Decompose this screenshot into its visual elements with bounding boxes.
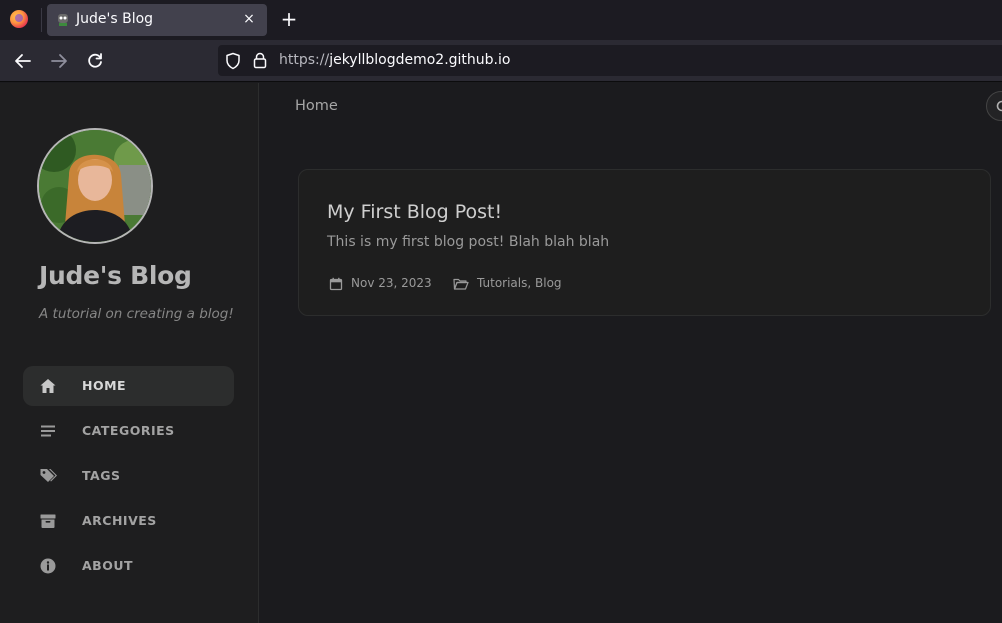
sidebar: Jude's Blog A tutorial on creating a blo…: [0, 83, 259, 623]
sidebar-item-about[interactable]: ABOUT: [23, 546, 234, 586]
avatar[interactable]: [37, 128, 153, 244]
post-card[interactable]: My First Blog Post! This is my first blo…: [298, 169, 991, 316]
post-title[interactable]: My First Blog Post!: [327, 201, 502, 223]
browser-tab-active[interactable]: Jude's Blog ×: [47, 4, 267, 36]
folder-open-icon: [453, 278, 469, 290]
search-button[interactable]: [986, 91, 1002, 121]
breadcrumb: Home: [295, 98, 338, 114]
forward-arrow-icon[interactable]: [48, 50, 70, 72]
reload-icon[interactable]: [84, 50, 106, 72]
favicon-icon: [58, 14, 68, 26]
home-icon: [40, 379, 56, 393]
info-circle-icon: [40, 558, 56, 574]
tracking-shield-icon[interactable]: [225, 52, 241, 70]
avatar-photo: [39, 130, 151, 242]
url-host: jekyllblogdemo2.github.io: [329, 52, 511, 68]
site-subtitle: A tutorial on creating a blog!: [39, 306, 234, 322]
sidebar-item-label: CATEGORIES: [82, 423, 175, 438]
page: Jude's Blog A tutorial on creating a blo…: [0, 83, 1002, 623]
tags-icon: [40, 469, 57, 482]
firefox-logo-icon[interactable]: [10, 10, 28, 28]
search-icon: [996, 100, 1002, 112]
browser-tab-bar: Jude's Blog × +: [0, 0, 1002, 40]
sidebar-nav: HOME CATEGORIES TAGS ARCHIVES ABOUT: [23, 366, 234, 591]
sidebar-item-archives[interactable]: ARCHIVES: [23, 501, 234, 541]
back-arrow-icon[interactable]: [12, 50, 34, 72]
tab-title: Jude's Blog: [76, 11, 154, 27]
close-tab-icon[interactable]: ×: [239, 9, 259, 29]
sidebar-item-home[interactable]: HOME: [23, 366, 234, 406]
browser-toolbar: https://jekyllblogdemo2.github.io: [0, 40, 1002, 82]
sidebar-item-label: ABOUT: [82, 558, 134, 573]
tab-separator: [41, 8, 42, 32]
stream-icon: [41, 425, 55, 437]
sidebar-item-categories[interactable]: CATEGORIES: [23, 411, 234, 451]
post-date: Nov 23, 2023: [351, 276, 432, 290]
url-scheme: https://: [279, 52, 330, 68]
lock-icon[interactable]: [253, 52, 267, 69]
site-title[interactable]: Jude's Blog: [39, 261, 192, 290]
calendar-icon: [329, 277, 343, 291]
new-tab-button[interactable]: +: [278, 8, 300, 30]
sidebar-item-tags[interactable]: TAGS: [23, 456, 234, 496]
post-categories[interactable]: Tutorials, Blog: [477, 276, 562, 290]
archive-icon: [40, 514, 56, 528]
address-bar[interactable]: https://jekyllblogdemo2.github.io: [218, 45, 1002, 76]
sidebar-item-label: HOME: [82, 378, 127, 393]
post-excerpt: This is my first blog post! Blah blah bl…: [327, 234, 610, 250]
url-text[interactable]: https://jekyllblogdemo2.github.io: [279, 52, 510, 68]
sidebar-item-label: ARCHIVES: [82, 513, 157, 528]
sidebar-item-label: TAGS: [82, 468, 121, 483]
